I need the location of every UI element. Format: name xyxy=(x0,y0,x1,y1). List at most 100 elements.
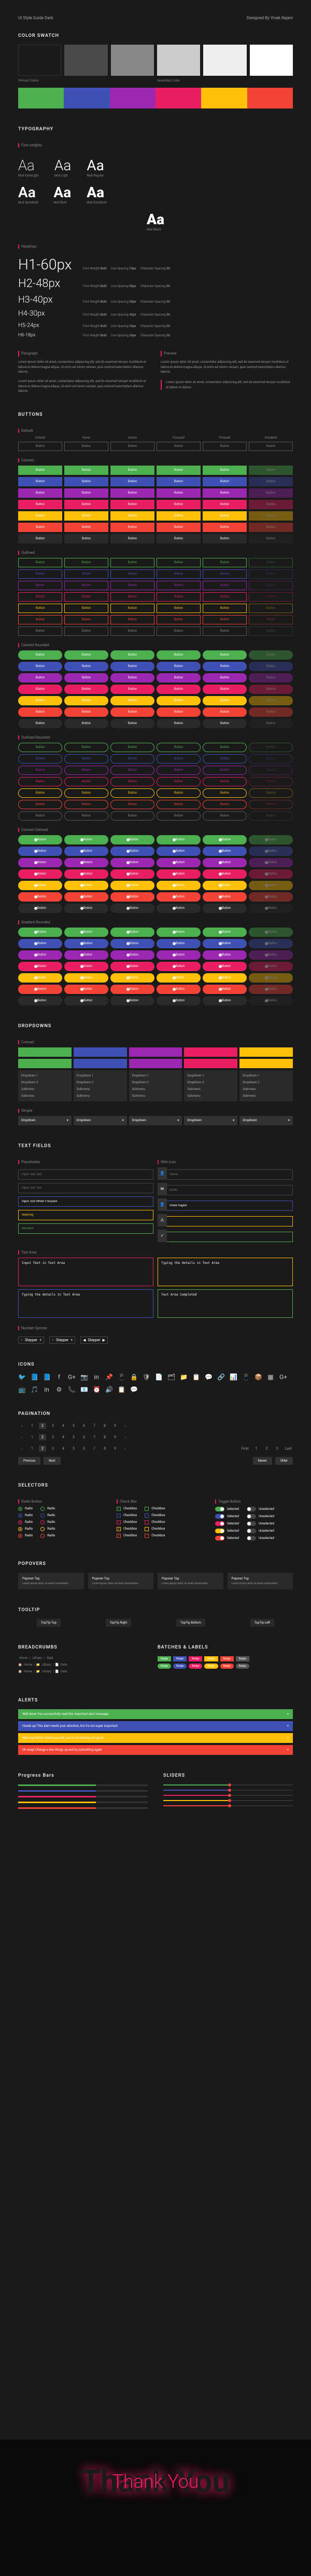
button[interactable]: Button xyxy=(157,766,201,775)
button[interactable]: Button xyxy=(110,466,154,475)
button[interactable]: Button xyxy=(249,604,293,613)
button[interactable]: Button xyxy=(64,511,108,521)
button[interactable]: Button xyxy=(249,766,293,775)
button[interactable]: Button xyxy=(249,719,293,728)
button[interactable]: Button xyxy=(18,477,62,486)
button[interactable]: Button xyxy=(18,754,62,764)
button[interactable]: Button xyxy=(157,892,201,902)
checkbox[interactable] xyxy=(117,1527,121,1531)
button[interactable]: Button xyxy=(110,985,154,994)
textarea[interactable]: Input Text in Text Area xyxy=(18,1258,153,1286)
button[interactable]: Button xyxy=(157,511,201,521)
button[interactable]: Button xyxy=(157,604,201,613)
text-input-warning[interactable] xyxy=(18,1210,153,1220)
button[interactable]: Button xyxy=(249,950,293,960)
slider[interactable]: .slider::after{background:#3f51b5} xyxy=(163,1790,293,1791)
button[interactable]: Button xyxy=(18,777,62,786)
checkbox[interactable] xyxy=(117,1520,121,1524)
pag-number[interactable]: 4 xyxy=(60,1434,67,1440)
dropdown-item[interactable]: Submenu xyxy=(239,1086,293,1093)
button[interactable]: Button xyxy=(249,835,293,844)
button[interactable]: Button xyxy=(64,835,108,844)
button[interactable]: Button xyxy=(249,650,293,660)
button[interactable]: Button xyxy=(64,592,108,602)
button[interactable]: Button xyxy=(64,442,108,451)
toggle[interactable] xyxy=(247,1521,256,1526)
number-spinner[interactable]: ◀ Stepper ▶ xyxy=(80,1337,108,1344)
button[interactable]: Button xyxy=(157,800,201,809)
pag-number[interactable]: 5 xyxy=(70,1423,77,1429)
button[interactable]: Button xyxy=(203,488,247,498)
pag-number[interactable]: 3 xyxy=(274,1446,281,1452)
dropdown[interactable]: Dropdown▾ xyxy=(239,1116,293,1125)
next-button[interactable]: Next xyxy=(44,1457,60,1465)
button[interactable]: Button xyxy=(110,523,154,532)
button[interactable]: Button xyxy=(110,477,154,486)
button[interactable]: Button xyxy=(110,650,154,660)
button[interactable]: Button xyxy=(249,892,293,902)
dropdown-item[interactable]: Dropdown 1 xyxy=(239,1072,293,1079)
button[interactable]: Button xyxy=(18,707,62,717)
pag-first[interactable]: First xyxy=(241,1446,250,1452)
button[interactable]: Button xyxy=(249,800,293,809)
dropdown-menu[interactable]: Dropdown 1Dropdown 2SubmenuSubmenu xyxy=(184,1070,237,1101)
close-icon[interactable]: × xyxy=(287,1712,289,1716)
button[interactable]: Button xyxy=(64,685,108,694)
button[interactable]: Button xyxy=(18,685,62,694)
button[interactable]: Button xyxy=(203,777,247,786)
button[interactable]: Button xyxy=(18,500,62,509)
radio[interactable] xyxy=(40,1507,45,1511)
button[interactable]: Button xyxy=(203,662,247,671)
breadcrumb-item[interactable]: Library xyxy=(42,1663,51,1667)
button[interactable]: Button xyxy=(18,869,62,879)
checkbox[interactable] xyxy=(117,1507,121,1511)
pag-number[interactable]: 3 xyxy=(49,1446,56,1452)
checkbox[interactable] xyxy=(117,1514,121,1518)
button[interactable]: Button xyxy=(64,626,108,636)
prev-button[interactable]: Previous xyxy=(18,1457,40,1465)
button[interactable]: Button xyxy=(64,858,108,867)
button[interactable]: Button xyxy=(249,442,293,451)
button[interactable]: Button xyxy=(110,662,154,671)
name-input[interactable] xyxy=(158,1169,293,1180)
slider[interactable]: .slider::after{background:#ffc107} xyxy=(163,1800,293,1801)
button[interactable]: Button xyxy=(157,707,201,717)
button[interactable]: Button xyxy=(110,500,154,509)
button[interactable]: Button xyxy=(157,558,201,567)
text-input-success[interactable] xyxy=(18,1223,153,1234)
button[interactable]: Button xyxy=(64,881,108,890)
pag-number[interactable]: 5 xyxy=(70,1434,77,1440)
button[interactable]: Button xyxy=(64,950,108,960)
button[interactable]: Button xyxy=(110,626,154,636)
dropdown-menu[interactable]: Dropdown 1Dropdown 2SubmenuSubmenu xyxy=(74,1070,127,1101)
button[interactable]: Button xyxy=(157,626,201,636)
button[interactable]: Button xyxy=(157,650,201,660)
button[interactable]: Button xyxy=(110,939,154,948)
dropdown-item[interactable]: Dropdown 1 xyxy=(129,1072,182,1079)
radio[interactable] xyxy=(18,1507,22,1511)
radio[interactable] xyxy=(40,1520,45,1524)
dropdown[interactable]: Dropdown▾ xyxy=(18,1116,72,1125)
radio[interactable] xyxy=(40,1527,45,1531)
button[interactable]: Button xyxy=(110,973,154,983)
button[interactable]: Button xyxy=(249,754,293,764)
name-input-filled[interactable] xyxy=(158,1201,293,1211)
pag-number[interactable]: 1 xyxy=(29,1423,36,1429)
pag-number[interactable]: 9 xyxy=(111,1423,119,1429)
breadcrumb-item[interactable]: Data xyxy=(61,1663,67,1667)
pag-number[interactable]: 1 xyxy=(29,1446,36,1452)
breadcrumb-item[interactable]: Data xyxy=(61,1670,67,1673)
button[interactable]: Button xyxy=(18,511,62,521)
dropdown-item[interactable]: Submenu xyxy=(18,1093,72,1099)
breadcrumb-item[interactable]: Home xyxy=(24,1663,32,1667)
dropdown-item[interactable]: Submenu xyxy=(184,1086,237,1093)
button[interactable]: Button xyxy=(249,939,293,948)
button[interactable]: Button xyxy=(18,985,62,994)
button[interactable]: Button xyxy=(64,500,108,509)
button[interactable]: Button xyxy=(64,939,108,948)
button[interactable]: Button xyxy=(110,673,154,683)
button[interactable]: Button xyxy=(64,581,108,590)
checkbox[interactable] xyxy=(145,1527,149,1531)
button[interactable]: Button xyxy=(18,904,62,913)
button[interactable]: Button xyxy=(110,592,154,602)
